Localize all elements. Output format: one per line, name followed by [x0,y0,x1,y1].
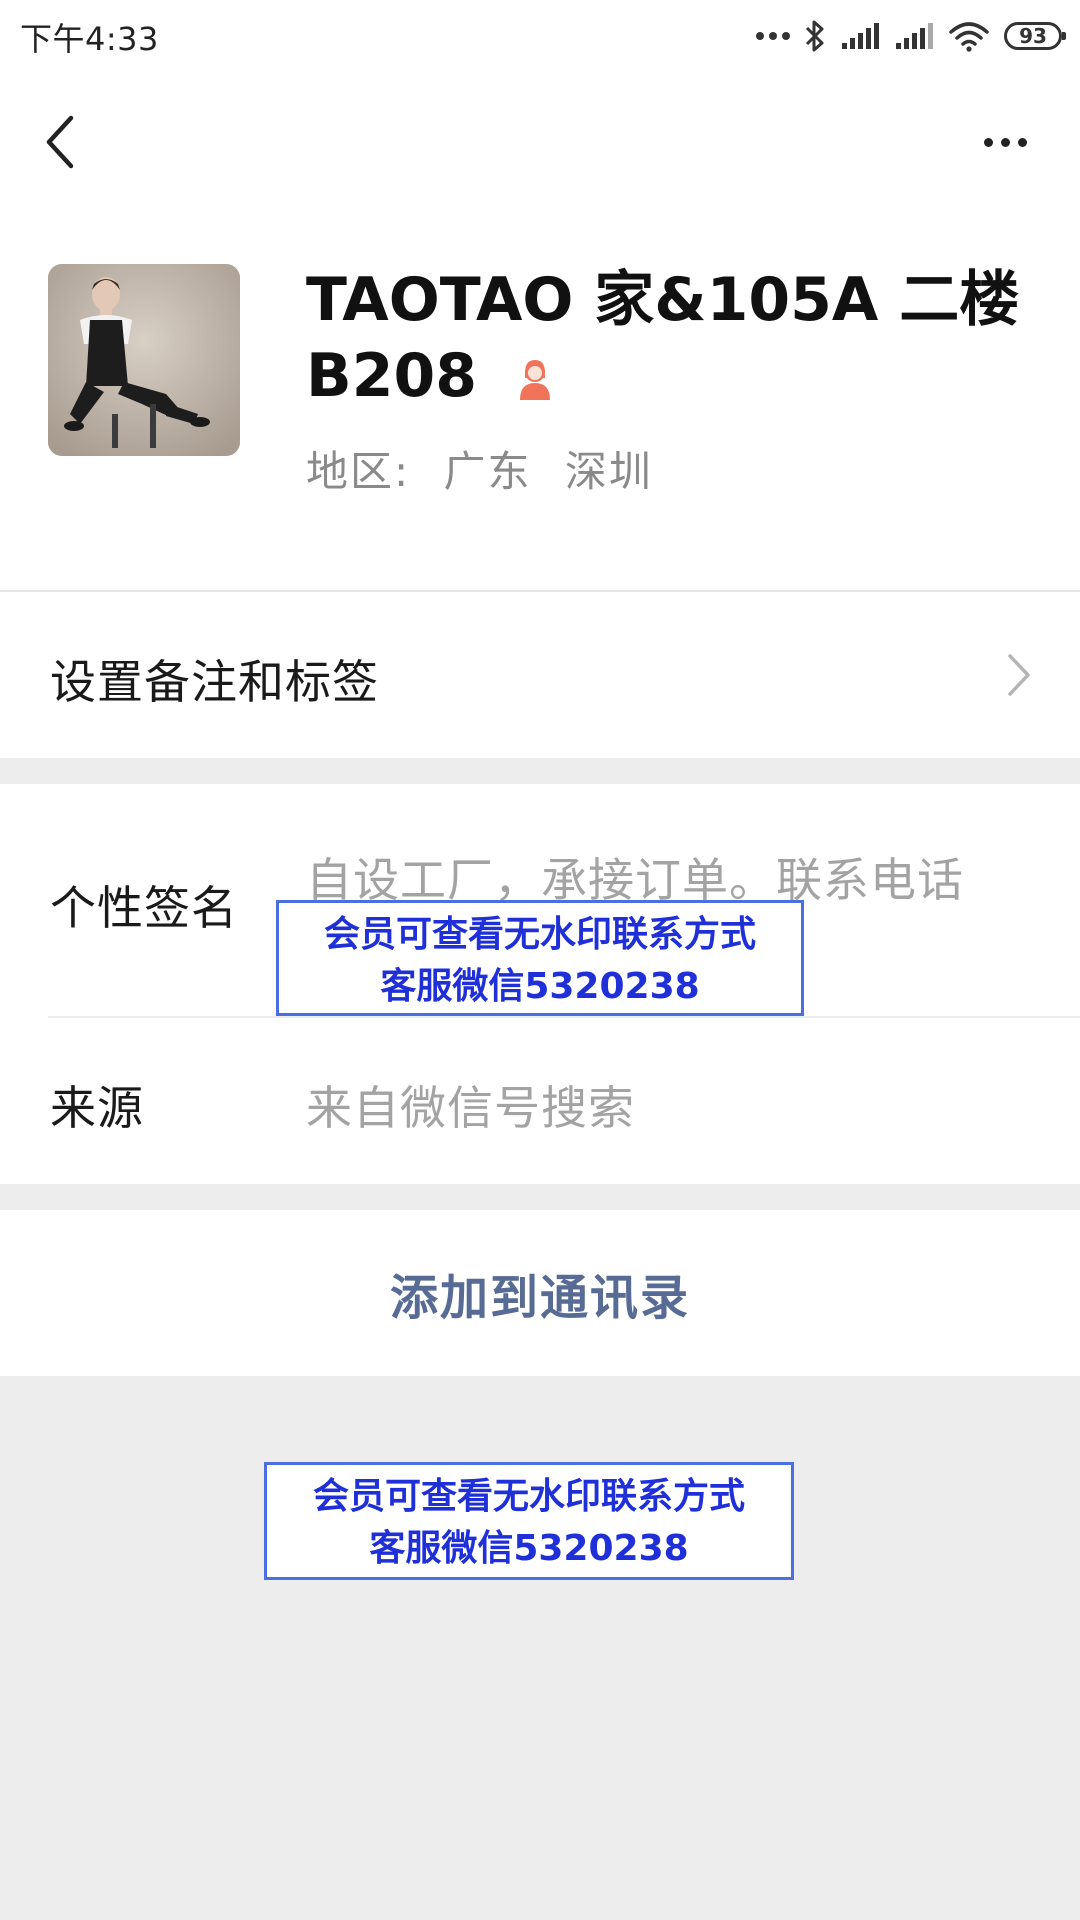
region-label: 地区: [306,447,411,496]
wifi-icon [949,22,989,52]
status-time: 下午4:33 [20,20,159,58]
avatar[interactable] [48,264,240,456]
bluetooth-icon [805,20,824,52]
female-icon [519,360,550,401]
watermark-line1: 会员可查看无水印联系方式 [312,1476,745,1517]
watermark-line2: 客服微信5320238 [369,1528,689,1569]
status-icons: 93 [756,16,1066,56]
battery-level: 93 [1019,24,1047,48]
source-label: 来源 [50,1081,144,1135]
nav-bar [0,72,1080,212]
battery-icon: 93 [1004,22,1066,50]
more-icon [983,137,993,147]
watermark-line1: 会员可查看无水印联系方式 [323,914,756,955]
watermark-overlay: 会员可查看无水印联系方式 客服微信5320238 [276,900,804,1016]
profile-header: TAOTAO 家&105A 二楼 B208 地区: 广东 深圳 [0,212,1080,590]
set-remark-row[interactable]: 设置备注和标签 [0,592,1080,758]
avatar-photo [48,264,240,456]
more-dots-icon [756,32,790,40]
more-button[interactable] [970,112,1040,172]
add-to-contacts-button[interactable]: 添加到通讯录 [0,1210,1080,1376]
contact-profile-screen: 下午4:33 93 TAOTAO 家&105A 二楼 B208 地区: 广东 深… [0,0,1080,1920]
region-city: 深圳 [564,447,653,496]
watermark-line2: 客服微信5320238 [380,966,700,1007]
source-value: 来自微信号搜索 [306,1081,635,1135]
region: 地区: 广东 深圳 [306,438,671,499]
set-remark-label: 设置备注和标签 [50,655,379,709]
signature-label: 个性签名 [50,881,238,935]
chevron-right-icon [1008,654,1030,696]
signal-icon [842,23,879,49]
region-province: 广东 [443,447,532,496]
watermark-overlay: 会员可查看无水印联系方式 客服微信5320238 [264,1462,794,1580]
back-button[interactable] [30,102,90,182]
contact-name: TAOTAO 家&105A 二楼 B208 [306,262,1036,414]
chevron-left-icon [46,115,74,169]
signal-icon [896,23,933,49]
contact-name-text: TAOTAO 家&105A 二楼 B208 [306,265,1020,411]
status-bar: 下午4:33 93 [0,0,1080,72]
add-to-contacts-label: 添加到通讯录 [389,1270,690,1326]
divider [48,1016,1080,1018]
